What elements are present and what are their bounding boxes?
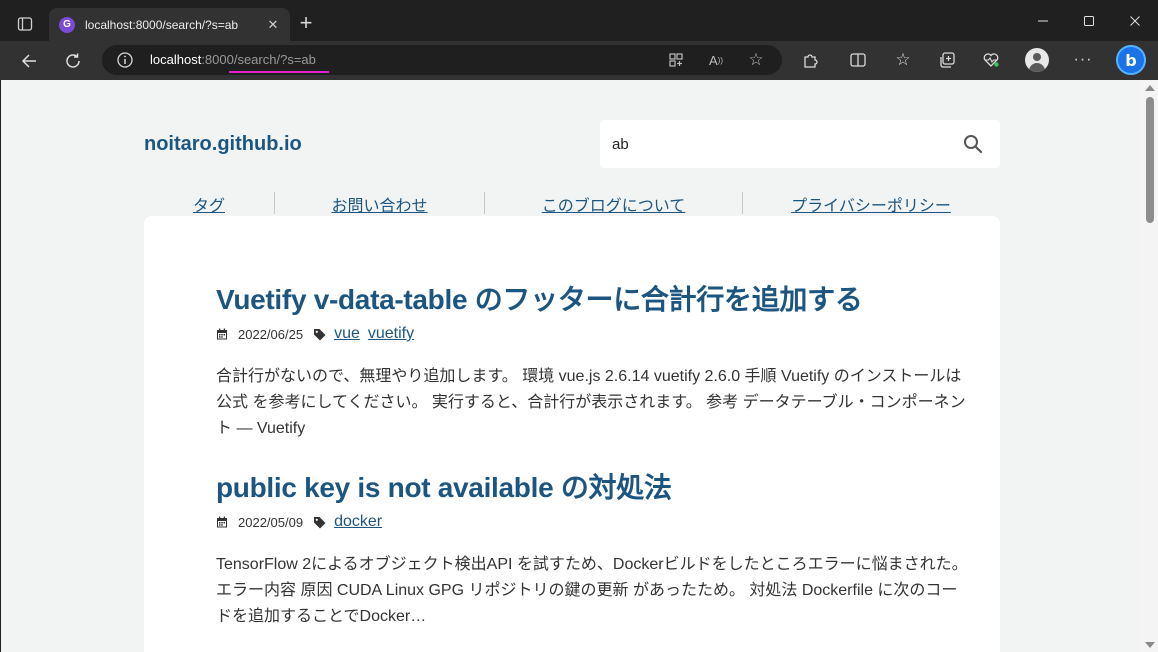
address-bar[interactable]: localhost:8000/search/?s=ab A)) ☆ <box>102 45 782 75</box>
refresh-icon[interactable] <box>58 46 88 76</box>
favorite-icon[interactable]: ☆ <box>746 50 766 70</box>
tag-link-vuetify[interactable]: vuetify <box>368 325 414 343</box>
post-excerpt: 合計行がないので、無理やり追加します。 環境 vue.js 2.6.14 vue… <box>216 368 966 437</box>
post-title-link[interactable]: public key is not available の対処法 <box>216 466 976 506</box>
split-screen-icon[interactable] <box>847 49 869 71</box>
copilot-icon[interactable]: b <box>1116 45 1146 75</box>
post-item: Vuetify v-data-table のフッターに合計行を追加する 2022… <box>216 278 976 442</box>
search-input[interactable] <box>612 133 932 155</box>
nav-link-privacy[interactable]: プライバシーポリシー <box>743 192 999 216</box>
nav-link-about[interactable]: このブログについて <box>485 192 742 216</box>
close-icon[interactable]: ✕ <box>264 17 282 33</box>
site-title[interactable]: noitaro.github.io <box>144 133 302 156</box>
tab-title: localhost:8000/search/?s=ab <box>85 17 239 32</box>
profile-icon[interactable] <box>1025 48 1049 72</box>
post-meta: 2022/06/25 vue vuetify <box>216 324 976 344</box>
site-nav: タグ お問い合わせ このブログについて プライバシーポリシー <box>144 192 1000 216</box>
url-host: localhost <box>150 52 202 67</box>
calendar-icon <box>216 516 228 528</box>
more-icon[interactable]: ··· <box>1072 49 1094 71</box>
url-text[interactable]: localhost:8000/search/?s=ab <box>150 52 316 67</box>
post-date: 2022/06/25 <box>238 326 304 342</box>
search-box <box>600 120 1000 168</box>
tag-icon <box>313 328 326 341</box>
url-path: :8000/search/?s=ab <box>201 52 316 67</box>
window-close-icon[interactable] <box>1112 6 1158 36</box>
plus-icon[interactable]: + <box>294 12 318 36</box>
scroll-up-icon[interactable] <box>1145 85 1155 91</box>
favorites-icon[interactable]: ☆ <box>892 49 914 71</box>
search-icon[interactable] <box>962 133 984 155</box>
page-viewport: noitaro.github.io タグ お問い合わせ このブログについて プラ… <box>1 80 1142 652</box>
info-icon[interactable] <box>116 51 134 69</box>
url-underline <box>229 71 329 73</box>
browser-toolbar: localhost:8000/search/?s=ab A)) ☆ ☆ ··· … <box>0 41 1158 80</box>
maximize-icon[interactable] <box>1066 6 1112 36</box>
nav-link-tags[interactable]: タグ <box>144 192 274 216</box>
post-item: public key is not available の対処法 2022/05… <box>216 466 976 630</box>
sidebar-icon[interactable] <box>9 10 41 38</box>
scroll-down-icon[interactable] <box>1145 642 1155 648</box>
post-title-link[interactable]: Vuetify v-data-table のフッターに合計行を追加する <box>216 278 976 318</box>
collections-icon[interactable] <box>936 49 958 71</box>
gatsby-favicon-icon: G <box>59 16 75 33</box>
nav-link-contact[interactable]: お問い合わせ <box>275 192 484 216</box>
extensions-icon[interactable] <box>799 49 821 71</box>
minimize-icon[interactable] <box>1020 6 1066 36</box>
search-results-card: Vuetify v-data-table のフッターに合計行を追加する 2022… <box>144 216 1000 652</box>
post-date: 2022/05/09 <box>238 514 304 530</box>
page-scrollbar[interactable] <box>1142 80 1158 652</box>
read-aloud-icon[interactable]: A)) <box>706 50 726 70</box>
scrollbar-thumb[interactable] <box>1146 97 1154 223</box>
app-icon[interactable] <box>666 50 686 70</box>
post-meta: 2022/05/09 docker <box>216 512 976 532</box>
tag-icon <box>313 516 326 529</box>
calendar-icon <box>216 328 228 340</box>
back-icon[interactable] <box>14 46 44 76</box>
health-icon[interactable] <box>980 49 1002 71</box>
tag-link-docker[interactable]: docker <box>334 513 382 531</box>
post-excerpt: TensorFlow 2によるオブジェクト検出API を試すため、Dockerビ… <box>216 556 968 625</box>
tag-link-vue[interactable]: vue <box>334 325 360 343</box>
title-bar: G localhost:8000/search/?s=ab ✕ + <box>0 0 1158 41</box>
browser-tab[interactable]: G localhost:8000/search/?s=ab ✕ <box>49 8 290 41</box>
